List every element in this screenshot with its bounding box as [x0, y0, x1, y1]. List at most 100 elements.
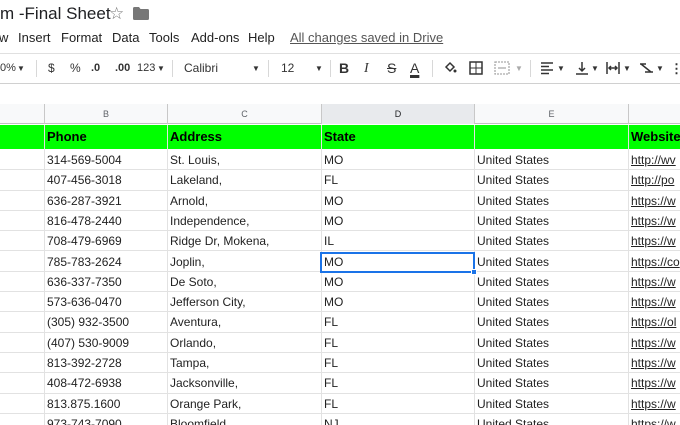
cell-address[interactable]: Arnold, [167, 191, 321, 211]
font-size-select[interactable]: 12 [281, 54, 294, 83]
horizontal-align-icon[interactable] [540, 54, 554, 83]
cell-country[interactable]: United States [474, 231, 628, 251]
cell-state[interactable]: IL [321, 231, 474, 251]
folder-icon[interactable] [133, 7, 149, 20]
cell-state[interactable]: FL [321, 373, 474, 393]
vertical-align-icon[interactable] [575, 54, 589, 83]
cell-address[interactable]: Jefferson City, [167, 292, 321, 312]
currency-format-button[interactable]: $ [48, 54, 55, 83]
cell-country[interactable]: United States [474, 170, 628, 190]
menu-data[interactable]: Data [112, 30, 139, 45]
menu-addons[interactable]: Add-ons [191, 30, 239, 45]
cell-website[interactable]: https://w [628, 333, 680, 353]
cell-website[interactable]: https://w [628, 353, 680, 373]
cell-address[interactable]: Jacksonville, [167, 373, 321, 393]
cell-website[interactable]: https://w [628, 414, 680, 425]
save-status-link[interactable]: All changes saved in Drive [290, 30, 443, 45]
cell-website[interactable]: https://w [628, 373, 680, 393]
cell-phone[interactable]: 573-636-0470 [44, 292, 167, 312]
menu-help[interactable]: Help [248, 30, 275, 45]
cell-phone[interactable]: 636-337-7350 [44, 272, 167, 292]
cell-phone[interactable]: 816-478-2440 [44, 211, 167, 231]
cell-address[interactable]: St. Louis, [167, 150, 321, 170]
strikethrough-button[interactable]: S [387, 54, 396, 83]
selected-cell-outline[interactable] [320, 252, 475, 273]
decrease-decimal-button[interactable]: .0 [91, 54, 100, 83]
text-color-button[interactable]: A [410, 54, 419, 83]
cell-country[interactable]: United States [474, 272, 628, 292]
cell-state[interactable]: MO [321, 150, 474, 170]
document-title[interactable]: m -Final Sheet [0, 4, 111, 24]
cell-phone[interactable]: 973-743-7090 [44, 414, 167, 425]
cell-country[interactable]: United States [474, 353, 628, 373]
menu-tools[interactable]: Tools [149, 30, 179, 45]
cell-phone[interactable]: 408-472-6938 [44, 373, 167, 393]
menu-insert[interactable]: Insert [18, 30, 51, 45]
font-family-dropdown-icon[interactable]: ▼ [252, 54, 260, 83]
cell-state[interactable]: MO [321, 191, 474, 211]
bold-button[interactable]: B [339, 54, 349, 83]
cell-website[interactable]: http://po [628, 170, 680, 190]
cell-country[interactable]: United States [474, 211, 628, 231]
column-header-d[interactable]: D [321, 104, 474, 124]
fill-color-icon[interactable] [443, 54, 457, 83]
cell-country[interactable]: United States [474, 333, 628, 353]
increase-decimal-button[interactable]: .00 [115, 54, 130, 83]
column-header-f[interactable] [628, 104, 680, 124]
merge-dropdown-icon[interactable]: ▼ [515, 54, 523, 83]
cell-website[interactable]: https://co [628, 252, 680, 272]
header-cell-website[interactable]: Website [628, 125, 680, 149]
cell-phone[interactable]: (407) 530-9009 [44, 333, 167, 353]
font-family-select[interactable]: Calibri [184, 54, 218, 83]
header-cell-state[interactable]: State [321, 125, 474, 149]
cell-phone[interactable]: 785-783-2624 [44, 252, 167, 272]
cell-address[interactable]: De Soto, [167, 272, 321, 292]
text-rotation-dropdown-icon[interactable]: ▼ [656, 54, 664, 83]
more-toolbar-icon[interactable]: ⋮ [670, 54, 680, 83]
cell-address[interactable]: Orange Park, [167, 394, 321, 414]
cell-state[interactable]: MO [321, 272, 474, 292]
cell-phone[interactable]: 708-479-6969 [44, 231, 167, 251]
fill-handle[interactable] [471, 269, 477, 275]
cell-state[interactable]: MO [321, 292, 474, 312]
borders-icon[interactable] [469, 54, 483, 83]
menu-view[interactable]: w [0, 30, 8, 45]
cell-country[interactable]: United States [474, 252, 628, 272]
cell-country[interactable]: United States [474, 394, 628, 414]
header-cell-address[interactable]: Address [167, 125, 321, 149]
cell-country[interactable]: United States [474, 191, 628, 211]
cell-website[interactable]: https://w [628, 211, 680, 231]
text-wrapping-dropdown-icon[interactable]: ▼ [623, 54, 631, 83]
cell-phone[interactable]: 407-456-3018 [44, 170, 167, 190]
cell-phone[interactable]: 314-569-5004 [44, 150, 167, 170]
percent-format-button[interactable]: % [70, 54, 81, 83]
vertical-align-dropdown-icon[interactable]: ▼ [591, 54, 599, 83]
merge-cells-icon[interactable] [494, 54, 510, 83]
cell-website[interactable]: https://w [628, 191, 680, 211]
column-header-c[interactable]: C [167, 104, 321, 124]
cell-address[interactable]: Bloomfield, [167, 414, 321, 425]
cell-address[interactable]: Ridge Dr, Mokena, [167, 231, 321, 251]
column-header-b[interactable]: B [44, 104, 167, 124]
more-formats-button[interactable]: 123 [137, 54, 155, 83]
cell-address[interactable]: Joplin, [167, 252, 321, 272]
header-cell-country[interactable] [474, 125, 628, 149]
cell-phone[interactable]: 813-392-2728 [44, 353, 167, 373]
cell-state[interactable]: MO [321, 211, 474, 231]
cell-phone[interactable]: 636-287-3921 [44, 191, 167, 211]
text-rotation-icon[interactable] [639, 54, 655, 83]
cell-country[interactable]: United States [474, 373, 628, 393]
cell-address[interactable]: Aventura, [167, 312, 321, 332]
cell-website[interactable]: https://w [628, 231, 680, 251]
cell-phone[interactable]: 813.875.1600 [44, 394, 167, 414]
column-header-e[interactable]: E [474, 104, 628, 124]
cell-website[interactable]: https://w [628, 272, 680, 292]
cell-state[interactable]: FL [321, 353, 474, 373]
cell-state[interactable]: FL [321, 170, 474, 190]
text-wrapping-icon[interactable] [606, 54, 620, 83]
cell-state[interactable]: FL [321, 333, 474, 353]
star-icon[interactable]: ☆ [109, 5, 124, 22]
cell-country[interactable]: United States [474, 414, 628, 425]
italic-button[interactable]: I [364, 54, 369, 83]
cell-country[interactable]: United States [474, 150, 628, 170]
